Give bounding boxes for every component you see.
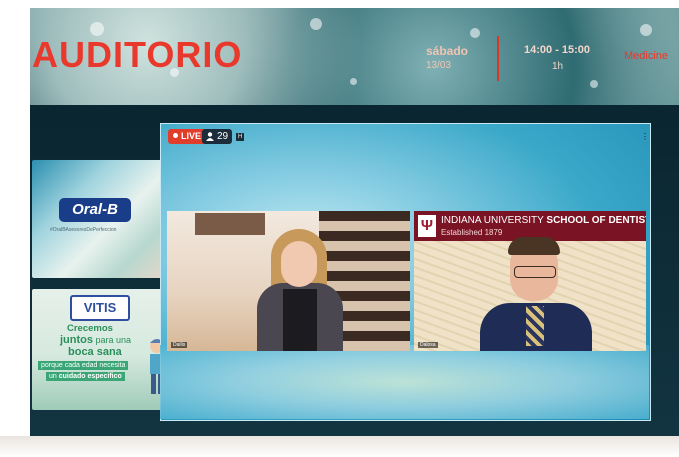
wall-picture xyxy=(195,213,265,235)
oralb-hashtag: #OralBAsesoresDePerfeccion xyxy=(50,227,117,233)
speaker-left-name: Dailis xyxy=(171,342,188,348)
speaker-right-hair xyxy=(508,237,560,255)
glasses-icon xyxy=(514,266,556,278)
vitis-headline-2: juntos para una xyxy=(60,334,132,346)
vitis-ad[interactable]: VITIS Crecemos juntos para una boca sana… xyxy=(32,289,178,410)
person-icon xyxy=(206,132,214,141)
live-dot-icon xyxy=(173,133,178,138)
oralb-ad[interactable]: Oral-B #OralBAsesoresDePerfeccion xyxy=(32,160,178,278)
vitis-headline-1: Crecemos xyxy=(67,323,113,334)
speaker-left-face xyxy=(281,241,317,287)
viewer-extra-label: H xyxy=(236,133,245,141)
vitis-headline-3: boca sana xyxy=(68,346,122,358)
auditorium-title: AUDITORIO xyxy=(32,34,243,75)
vitis-subline-2: un cuidado específico xyxy=(46,372,125,381)
event-banner: AUDITORIO sábado 13/03 14:00 - 15:00 1h … xyxy=(30,8,679,105)
stream-bottom-area xyxy=(160,345,649,419)
event-topic-label: Medicine xyxy=(624,50,669,62)
banner-divider xyxy=(497,36,499,81)
vitis-logo: VITIS xyxy=(70,295,130,321)
university-established: Established 1879 xyxy=(441,228,503,237)
live-badge: LIVE xyxy=(168,129,207,144)
video-tile-right[interactable]: Ψ INDIANA UNIVERSITY SCHOOL OF DENTISTRY… xyxy=(414,211,646,351)
desk-surface xyxy=(0,436,679,457)
event-day: sábado xyxy=(426,44,469,58)
event-date: 13/03 xyxy=(426,60,452,71)
iu-trident-logo: Ψ xyxy=(418,215,436,237)
vitis-subline-1: porque cada edad necesita xyxy=(38,361,129,370)
speaker-right-tie xyxy=(526,306,544,346)
speaker-right-name: Dalosa xyxy=(418,342,438,348)
more-dots-icon[interactable]: ⋮ xyxy=(641,133,649,141)
viewer-count: 29 xyxy=(202,129,233,144)
speaker-left-shirt xyxy=(283,289,317,351)
event-time-range: 14:00 - 15:00 xyxy=(524,44,591,56)
university-name: INDIANA UNIVERSITY SCHOOL OF DENTISTRY xyxy=(441,215,646,226)
event-duration: 1h xyxy=(552,61,564,72)
video-tile-left[interactable]: Dailis xyxy=(167,211,410,351)
oralb-logo: Oral-B xyxy=(59,198,131,222)
